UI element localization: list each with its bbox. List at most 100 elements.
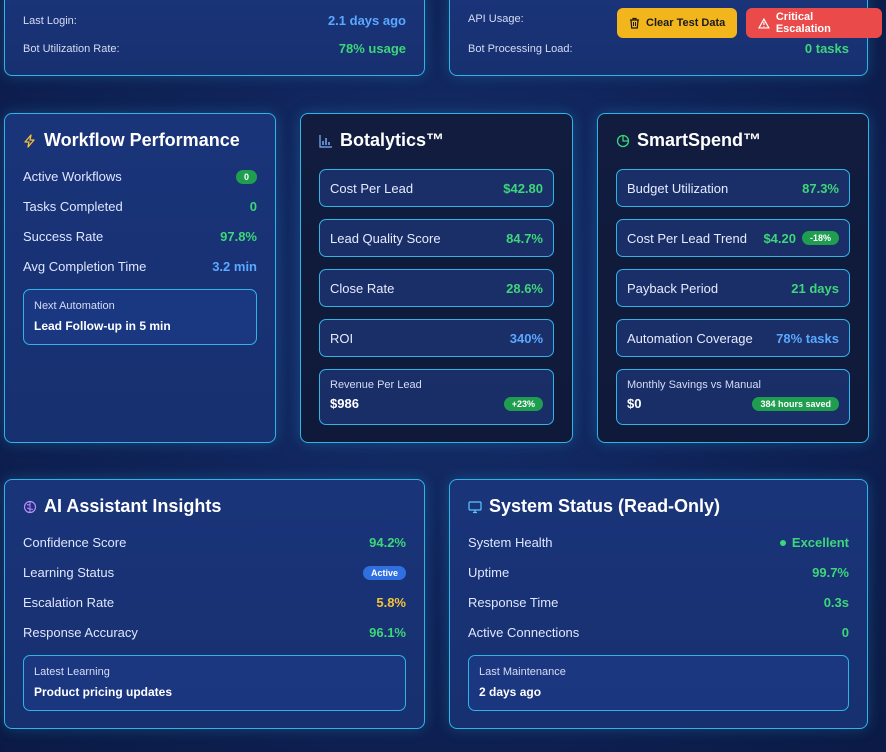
bot-utilization-value: 78% usage xyxy=(338,41,406,56)
monitor-icon xyxy=(468,500,482,513)
response-time-label: Response Time xyxy=(468,595,559,610)
learning-status-label: Learning Status xyxy=(23,565,115,580)
bot-load-label: Bot Processing Load: xyxy=(468,42,573,55)
latest-learning-label: Latest Learning xyxy=(34,666,110,678)
lead-quality-label: Lead Quality Score xyxy=(330,230,441,246)
system-health-status: Excellent xyxy=(779,535,849,550)
uptime-label: Uptime xyxy=(468,565,510,580)
botalytics-title: Botalytics™ xyxy=(319,130,444,151)
tasks-completed-row: Tasks Completed 0 xyxy=(23,199,257,214)
cost-per-lead-label: Cost Per Lead xyxy=(330,180,414,196)
system-health-row: System Health Excellent xyxy=(468,535,849,550)
critical-escalation-button[interactable]: Critical Escalation xyxy=(746,8,882,38)
account-summary-card: Last Login: 2.1 days ago Bot Utilization… xyxy=(4,0,425,76)
hours-saved-badge: 384 hours saved xyxy=(752,396,839,411)
cost-per-lead-metric: Cost Per Lead $42.80 xyxy=(319,169,554,207)
response-time-row: Response Time 0.3s xyxy=(468,595,849,610)
cost-per-lead-value: $42.80 xyxy=(503,180,543,196)
active-connections-row: Active Connections 0 xyxy=(468,625,849,640)
revenue-per-lead-value: $986 xyxy=(330,396,359,411)
escalation-rate-value: 5.8% xyxy=(376,595,406,610)
latest-learning-box: Latest Learning Product pricing updates xyxy=(23,655,406,711)
revenue-change-badge: +23% xyxy=(503,396,543,411)
cost-trend-badge: -18% xyxy=(801,231,839,245)
last-maintenance-label: Last Maintenance xyxy=(479,666,566,678)
bot-load-value: 0 tasks xyxy=(804,41,849,56)
last-login-value: 2.1 days ago xyxy=(327,13,406,28)
active-connections-label: Active Connections xyxy=(468,625,580,640)
uptime-row: Uptime 99.7% xyxy=(468,565,849,580)
active-workflows-label: Active Workflows xyxy=(23,169,122,184)
close-rate-metric: Close Rate 28.6% xyxy=(319,269,554,307)
ai-insights-card: AI Assistant Insights Confidence Score 9… xyxy=(4,479,425,729)
budget-utilization-label: Budget Utilization xyxy=(627,180,729,196)
budget-utilization-metric: Budget Utilization 87.3% xyxy=(616,169,850,207)
lightning-icon xyxy=(24,133,35,148)
critical-escalation-label: Critical Escalation xyxy=(775,11,831,35)
cost-trend-metric: Cost Per Lead Trend $4.20 -18% xyxy=(616,219,850,257)
close-rate-value: 28.6% xyxy=(506,280,543,296)
automation-coverage-metric: Automation Coverage 78% tasks xyxy=(616,319,850,357)
success-rate-label: Success Rate xyxy=(23,229,104,244)
tasks-completed-value: 0 xyxy=(249,199,257,214)
last-login-row: Last Login: 2.1 days ago xyxy=(23,13,406,28)
learning-status-badge: Active xyxy=(362,565,406,580)
cost-trend-label: Cost Per Lead Trend xyxy=(627,230,747,246)
confidence-score-value: 94.2% xyxy=(369,535,406,550)
health-dot-icon xyxy=(779,539,786,546)
system-health-label: System Health xyxy=(468,535,553,550)
roi-metric: ROI 340% xyxy=(319,319,554,357)
smartspend-card: SmartSpend™ Budget Utilization 87.3% Cos… xyxy=(597,113,869,443)
active-connections-value: 0 xyxy=(841,625,849,640)
response-accuracy-label: Response Accuracy xyxy=(23,625,138,640)
botalytics-title-text: Botalytics™ xyxy=(340,130,445,150)
roi-value: 340% xyxy=(509,330,543,346)
workflow-performance-card: Workflow Performance Active Workflows 0 … xyxy=(4,113,276,443)
next-automation-value: Lead Follow-up in 5 min xyxy=(34,319,171,333)
api-usage-label: API Usage: xyxy=(468,13,524,25)
next-automation-label: Next Automation xyxy=(34,300,115,312)
last-login-label: Last Login: xyxy=(23,14,77,27)
monthly-savings-label: Monthly Savings vs Manual xyxy=(627,379,761,391)
revenue-per-lead-metric: Revenue Per Lead $986 +23% xyxy=(319,369,554,425)
payback-period-label: Payback Period xyxy=(627,280,719,296)
learning-status-row: Learning Status Active xyxy=(23,565,406,580)
pie-chart-icon xyxy=(616,134,630,147)
bar-chart-icon xyxy=(319,134,332,148)
last-maintenance-box: Last Maintenance 2 days ago xyxy=(468,655,849,711)
response-accuracy-row: Response Accuracy 96.1% xyxy=(23,625,406,640)
active-workflows-row: Active Workflows 0 xyxy=(23,169,257,184)
system-status-card: System Status (Read-Only) System Health … xyxy=(449,479,868,729)
workflow-title: Workflow Performance xyxy=(23,130,240,151)
confidence-score-label: Confidence Score xyxy=(23,535,127,550)
clear-test-data-label: Clear Test Data xyxy=(646,17,726,29)
uptime-value: 99.7% xyxy=(812,565,849,580)
warning-icon xyxy=(758,17,770,29)
bot-utilization-label: Bot Utilization Rate: xyxy=(23,42,120,55)
cost-trend-value: $4.20 xyxy=(763,230,796,246)
system-status-title: System Status (Read-Only) xyxy=(468,496,720,517)
revenue-per-lead-label: Revenue Per Lead xyxy=(330,379,422,391)
clear-test-data-button[interactable]: Clear Test Data xyxy=(617,8,738,38)
avg-completion-label: Avg Completion Time xyxy=(23,259,147,274)
monthly-savings-metric: Monthly Savings vs Manual $0 384 hours s… xyxy=(616,369,850,425)
close-rate-label: Close Rate xyxy=(330,280,395,296)
confidence-score-row: Confidence Score 94.2% xyxy=(23,535,406,550)
response-time-value: 0.3s xyxy=(823,595,849,610)
success-rate-value: 97.8% xyxy=(220,229,257,244)
bot-utilization-row: Bot Utilization Rate: 78% usage xyxy=(23,41,406,56)
payback-period-metric: Payback Period 21 days xyxy=(616,269,850,307)
active-workflows-badge: 0 xyxy=(235,169,257,184)
smartspend-title: SmartSpend™ xyxy=(616,130,761,151)
ai-insights-title-text: AI Assistant Insights xyxy=(44,496,222,516)
escalation-rate-row: Escalation Rate 5.8% xyxy=(23,595,406,610)
system-status-title-text: System Status (Read-Only) xyxy=(489,496,721,516)
lead-quality-value: 84.7% xyxy=(506,230,543,246)
payback-period-value: 21 days xyxy=(791,280,839,296)
monthly-savings-value: $0 xyxy=(627,396,642,411)
avg-completion-row: Avg Completion Time 3.2 min xyxy=(23,259,257,274)
next-automation-box: Next Automation Lead Follow-up in 5 min xyxy=(23,289,257,345)
response-accuracy-value: 96.1% xyxy=(369,625,406,640)
latest-learning-value: Product pricing updates xyxy=(34,685,173,699)
botalytics-card: Botalytics™ Cost Per Lead $42.80 Lead Qu… xyxy=(300,113,573,443)
